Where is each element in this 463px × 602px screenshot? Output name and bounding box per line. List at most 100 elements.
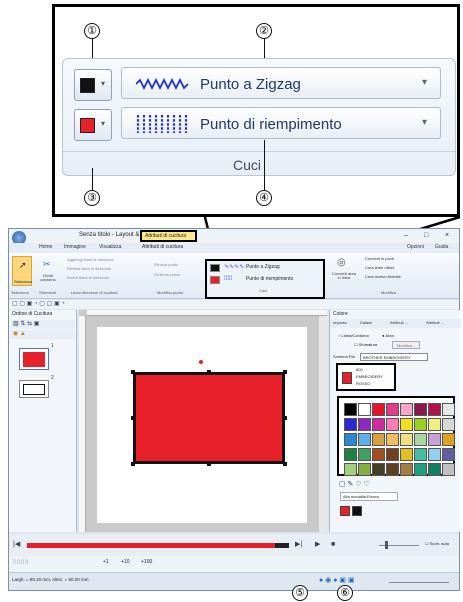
invert-direction-line[interactable]: Inverti linea di direzione <box>67 276 109 280</box>
divide-at-point[interactable]: Dividi su punto <box>154 273 180 277</box>
palette-color-cell[interactable] <box>442 463 455 476</box>
palette-color-cell[interactable] <box>344 463 357 476</box>
tab-view[interactable]: Visualizza <box>99 245 121 250</box>
resize-handle[interactable] <box>283 416 287 420</box>
step-plus-10[interactable]: +10 <box>121 560 129 565</box>
palette-color-cell[interactable] <box>414 433 427 446</box>
select-tool-button[interactable]: ➚ Seleziona <box>12 256 32 286</box>
recent-color-red[interactable] <box>340 506 350 516</box>
palette-color-cell[interactable] <box>400 448 413 461</box>
auto-scroll-checkbox[interactable]: ☐ Scorr. auto <box>425 542 449 546</box>
palette-color-cell[interactable] <box>372 463 385 476</box>
palette-color-cell[interactable] <box>400 418 413 431</box>
quick-access-icons[interactable]: ▢ ▢ ▣ ◔ ▢ ▢ ▣ ◔ <box>12 301 65 307</box>
area-stitch-dropdown-small[interactable]: ⁞⁞⁞⁞⁞ Punto di riempimento <box>224 275 320 285</box>
step-icons[interactable]: ▯ ▯ ▯ ▯ <box>13 560 28 565</box>
tab-sewing-attributes[interactable]: Attributi di cucitura <box>142 245 183 250</box>
create-offset-lines[interactable]: Crea linee offset <box>365 266 394 270</box>
palette-color-cell[interactable] <box>358 418 371 431</box>
rotate-handle[interactable] <box>199 360 203 364</box>
zoom-slider[interactable] <box>389 582 449 583</box>
thread-chart-select[interactable]: BROTHER EMBROIDERY <box>360 353 428 361</box>
options-link[interactable]: Opzioni <box>407 245 424 250</box>
palette-color-cell[interactable] <box>372 403 385 416</box>
help-link[interactable]: Guida <box>435 245 448 250</box>
palette-tool-icons[interactable]: ▢ ✎ ♡ ♡ <box>339 481 370 488</box>
palette-color-cell[interactable] <box>414 418 427 431</box>
palette-color-cell[interactable] <box>428 403 441 416</box>
delete-direction-line[interactable]: Elimina linea di direzione <box>67 267 111 271</box>
palette-color-cell[interactable] <box>372 448 385 461</box>
tab-import[interactable]: Importa <box>333 321 347 325</box>
maximize-button[interactable]: □ <box>424 232 428 239</box>
palette-color-cell[interactable] <box>386 418 399 431</box>
palette-color-cell[interactable] <box>400 403 413 416</box>
recent-color-black[interactable] <box>352 506 362 516</box>
stop-icon[interactable]: ■ <box>331 541 335 548</box>
view-mode-icons[interactable]: ● ◉ ● ▣ ▣ <box>319 577 355 584</box>
palette-color-cell[interactable] <box>428 463 441 476</box>
list-mode-button[interactable]: Alla modalità Elenco <box>340 492 398 501</box>
palette-color-cell[interactable] <box>442 403 455 416</box>
palette-color-cell[interactable] <box>428 433 441 446</box>
step-plus-1[interactable]: +1 <box>103 560 109 565</box>
modify-button[interactable]: Modifica... <box>392 341 420 349</box>
area-color-button-small[interactable] <box>210 276 220 284</box>
palette-color-cell[interactable] <box>372 418 385 431</box>
palette-color-cell[interactable] <box>414 403 427 416</box>
selected-rectangle[interactable] <box>133 372 285 464</box>
close-button[interactable]: × <box>445 232 449 239</box>
palette-color-cell[interactable] <box>358 463 371 476</box>
palette-color-cell[interactable] <box>386 403 399 416</box>
palette-color-cell[interactable] <box>400 463 413 476</box>
palette-color-cell[interactable] <box>386 448 399 461</box>
delete-point[interactable]: Elimina punto <box>154 263 178 267</box>
forward-end-icon[interactable]: ▶| <box>295 541 302 548</box>
convert-area-to-line-button[interactable]: ◎ Converti area in linea <box>331 256 356 288</box>
convert-to-stitches[interactable]: Converti in punti <box>365 257 394 261</box>
minimize-button[interactable]: – <box>404 232 408 239</box>
gradient-checkbox[interactable]: ☐ Sfumatura <box>354 343 377 347</box>
step-plus-100[interactable]: +100 <box>141 560 152 565</box>
line-contour-radio[interactable]: ○ Linea/Contorno <box>338 334 369 338</box>
divide-contour-button[interactable]: ✂ Dividi contorno <box>37 256 59 286</box>
palette-color-cell[interactable] <box>442 418 455 431</box>
add-direction-line[interactable]: Aggiungi linea di direzione <box>67 258 114 262</box>
eye-icon[interactable]: ◉ ▲ <box>13 331 26 337</box>
palette-color-cell[interactable] <box>358 448 371 461</box>
palette-color-cell[interactable] <box>386 463 399 476</box>
tab-color[interactable]: Colore <box>360 321 372 325</box>
order-item-1[interactable] <box>19 348 49 370</box>
order-tool-icons[interactable]: ▧ ⇅ ⇆ ▣ <box>13 321 39 327</box>
palette-color-cell[interactable] <box>344 448 357 461</box>
line-color-button-small[interactable] <box>210 264 220 272</box>
tab-home[interactable]: Home <box>39 245 52 250</box>
palette-color-cell[interactable] <box>414 463 427 476</box>
resize-handle[interactable] <box>131 370 135 374</box>
palette-color-cell[interactable] <box>386 433 399 446</box>
palette-color-cell[interactable] <box>344 403 357 416</box>
create-floral-pattern[interactable]: Crea motivo floreale <box>365 275 401 279</box>
resize-handle[interactable] <box>131 462 135 466</box>
play-icon[interactable]: ▶ <box>315 541 320 548</box>
tab-image[interactable]: Immagine <box>64 245 86 250</box>
vertical-scrollbar[interactable] <box>319 316 327 532</box>
tab-attributes-2[interactable]: Attributi ... <box>426 321 444 325</box>
palette-color-cell[interactable] <box>358 403 371 416</box>
palette-color-cell[interactable] <box>344 433 357 446</box>
tab-attributes-1[interactable]: Attributi ... <box>390 321 408 325</box>
palette-color-cell[interactable] <box>414 448 427 461</box>
area-radio[interactable]: ● Area <box>382 334 394 338</box>
line-stitch-dropdown-small[interactable]: ∿∿∿∿ Punto a Zigzag <box>224 263 320 273</box>
resize-handle[interactable] <box>207 370 211 374</box>
palette-color-cell[interactable] <box>372 433 385 446</box>
palette-color-cell[interactable] <box>400 433 413 446</box>
palette-color-cell[interactable] <box>358 433 371 446</box>
resize-handle[interactable] <box>207 462 211 466</box>
design-canvas-area[interactable] <box>79 310 327 532</box>
palette-color-cell[interactable] <box>442 448 455 461</box>
resize-handle[interactable] <box>283 370 287 374</box>
palette-color-cell[interactable] <box>428 448 441 461</box>
palette-color-cell[interactable] <box>442 433 455 446</box>
resize-handle[interactable] <box>283 462 287 466</box>
